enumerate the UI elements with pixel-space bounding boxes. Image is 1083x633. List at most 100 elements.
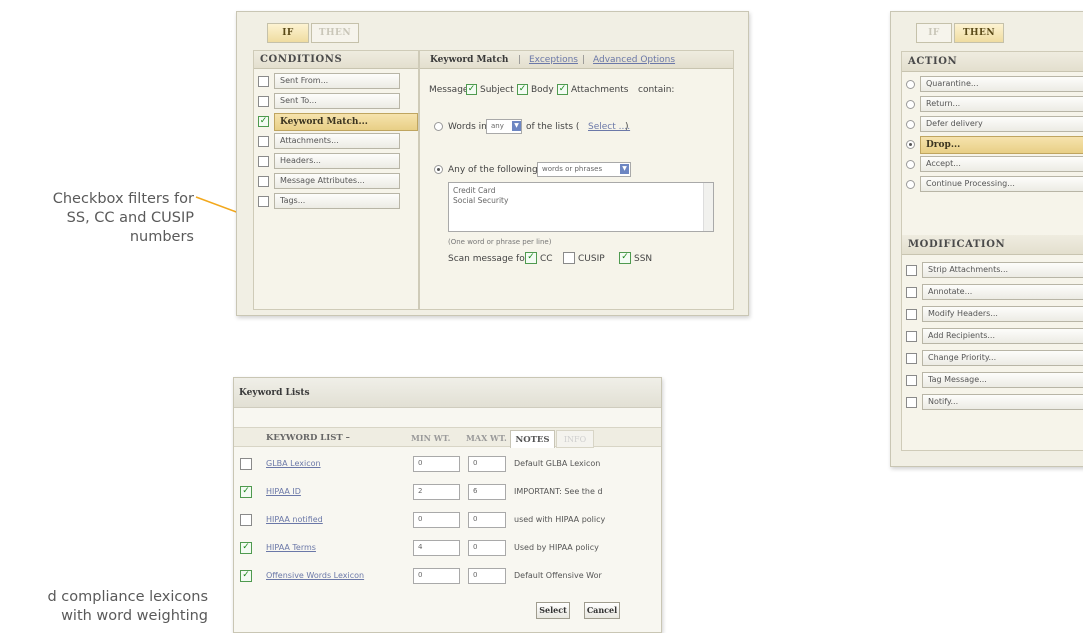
max-weight-input[interactable]: 0 [468, 456, 506, 472]
min-weight-input[interactable]: 2 [413, 484, 460, 500]
row-note: IMPORTANT: See the d [514, 487, 603, 496]
keyword-lists-panel: Keyword Lists KEYWORD LIST – MIN WT. MAX… [233, 377, 662, 633]
action-radio[interactable] [906, 180, 915, 189]
tab-if[interactable]: IF [267, 23, 309, 43]
row-checkbox[interactable] [240, 458, 252, 470]
modification-checkbox[interactable] [906, 309, 917, 320]
condition-checkbox[interactable] [258, 176, 269, 187]
action-radio[interactable] [906, 80, 915, 89]
cancel-button[interactable]: Cancel [584, 602, 620, 619]
condition-detail: Keyword Match | Exceptions | Advanced Op… [419, 50, 734, 310]
table-row: GLBA Lexicon 0 0 Default GLBA Lexicon [234, 453, 661, 477]
modification-button[interactable]: Notify... [922, 394, 1083, 410]
row-checkbox[interactable]: ✓ [240, 542, 252, 554]
modification-button[interactable]: Modify Headers... [922, 306, 1083, 322]
condition-button[interactable]: Headers... [274, 153, 400, 169]
action-radio[interactable] [906, 140, 915, 149]
row-checkbox[interactable]: ✓ [240, 570, 252, 582]
scan-option-label: CUSIP [578, 254, 605, 264]
condition-checkbox[interactable]: ✓ [258, 116, 269, 127]
select-button[interactable]: Select [536, 602, 570, 619]
condition-button[interactable]: Sent To... [274, 93, 400, 109]
condition-checkbox[interactable] [258, 156, 269, 167]
condition-checkbox[interactable] [258, 136, 269, 147]
action-radio[interactable] [906, 160, 915, 169]
condition-checkbox[interactable] [258, 96, 269, 107]
attachments-checkbox[interactable]: ✓ [557, 84, 568, 95]
tab-info[interactable]: INFO [556, 430, 594, 448]
action-button[interactable]: Defer delivery [920, 116, 1083, 132]
tab-notes[interactable]: NOTES [510, 430, 555, 448]
keyword-list-link[interactable]: HIPAA ID [266, 487, 301, 496]
modification-button[interactable]: Annotate... [922, 284, 1083, 300]
min-weight-input[interactable]: 4 [413, 540, 460, 556]
scan-label: Scan message for: [448, 254, 532, 264]
max-weight-input[interactable]: 6 [468, 484, 506, 500]
keywords-textarea[interactable]: Credit Card Social Security [448, 182, 714, 232]
modification-checkbox[interactable] [906, 287, 917, 298]
col-keyword-list[interactable]: KEYWORD LIST – [266, 433, 350, 443]
condition-button[interactable]: Sent From... [274, 73, 400, 89]
row-checkbox[interactable]: ✓ [240, 486, 252, 498]
modification-checkbox[interactable] [906, 265, 917, 276]
subject-checkbox[interactable]: ✓ [466, 84, 477, 95]
modification-checkbox[interactable] [906, 331, 917, 342]
tab-then[interactable]: THEN [954, 23, 1004, 43]
conditions-panel: IF THEN CONDITIONS Sent From... Sent To..… [236, 11, 749, 316]
scan-ssn-checkbox[interactable]: ✓ [619, 252, 631, 264]
modification-button[interactable]: Add Recipients... [922, 328, 1083, 344]
min-weight-input[interactable]: 0 [413, 456, 460, 472]
chevron-down-icon[interactable]: ▼ [512, 121, 521, 131]
condition-checkbox[interactable] [258, 76, 269, 87]
condition-button[interactable]: Message Attributes... [274, 173, 400, 189]
action-button[interactable]: Accept... [920, 156, 1083, 172]
tab-then[interactable]: THEN [311, 23, 359, 43]
tab-advanced-options[interactable]: Advanced Options [593, 55, 675, 65]
modification-button[interactable]: Change Priority... [922, 350, 1083, 366]
action-radio[interactable] [906, 100, 915, 109]
action-button[interactable]: Continue Processing... [920, 176, 1083, 192]
attachments-label: Attachments [571, 85, 629, 95]
modification-checkbox[interactable] [906, 353, 917, 364]
row-note: Used by HIPAA policy [514, 543, 599, 552]
min-weight-input[interactable]: 0 [413, 568, 460, 584]
phrase-select[interactable]: words or phrases [537, 162, 631, 177]
keyword-list-link[interactable]: HIPAA notified [266, 515, 323, 524]
condition-checkbox[interactable] [258, 196, 269, 207]
tab-if[interactable]: IF [916, 23, 952, 43]
action-button[interactable]: Quarantine... [920, 76, 1083, 92]
min-weight-input[interactable]: 0 [413, 512, 460, 528]
keyword-list-link[interactable]: GLBA Lexicon [266, 459, 321, 468]
textarea-hint: (One word or phrase per line) [448, 238, 552, 246]
action-button[interactable]: Return... [920, 96, 1083, 112]
chevron-down-icon[interactable]: ▼ [620, 164, 629, 174]
table-row: ✓ Offensive Words Lexicon 0 0 Default Offens… [234, 565, 661, 589]
select-lists-link[interactable]: Select .... [588, 122, 630, 132]
textarea-line: Credit Card [453, 186, 496, 195]
words-in-radio[interactable] [434, 122, 443, 131]
modification-button[interactable]: Strip Attachments... [922, 262, 1083, 278]
max-weight-input[interactable]: 0 [468, 540, 506, 556]
tab-exceptions[interactable]: Exceptions [529, 55, 578, 65]
any-of-following-radio[interactable] [434, 165, 443, 174]
modification-button[interactable]: Tag Message... [922, 372, 1083, 388]
scan-cusip-checkbox[interactable] [563, 252, 575, 264]
body-checkbox[interactable]: ✓ [517, 84, 528, 95]
modification-checkbox[interactable] [906, 375, 917, 386]
body-label: Body [531, 85, 554, 95]
tab-separator: | [518, 55, 522, 65]
condition-button[interactable]: Attachments... [274, 133, 400, 149]
action-button[interactable]: Drop... [920, 136, 1083, 154]
textarea-scrollbar[interactable] [703, 183, 713, 231]
condition-button[interactable]: Tags... [274, 193, 400, 209]
keyword-list-link[interactable]: Offensive Words Lexicon [266, 571, 364, 580]
max-weight-input[interactable]: 0 [468, 568, 506, 584]
keyword-list-link[interactable]: HIPAA Terms [266, 543, 316, 552]
action-radio[interactable] [906, 120, 915, 129]
condition-button[interactable]: Keyword Match... [274, 113, 418, 131]
row-checkbox[interactable] [240, 514, 252, 526]
modification-checkbox[interactable] [906, 397, 917, 408]
max-weight-input[interactable]: 0 [468, 512, 506, 528]
tab-keyword-match[interactable]: Keyword Match [430, 55, 508, 65]
scan-cc-checkbox[interactable]: ✓ [525, 252, 537, 264]
